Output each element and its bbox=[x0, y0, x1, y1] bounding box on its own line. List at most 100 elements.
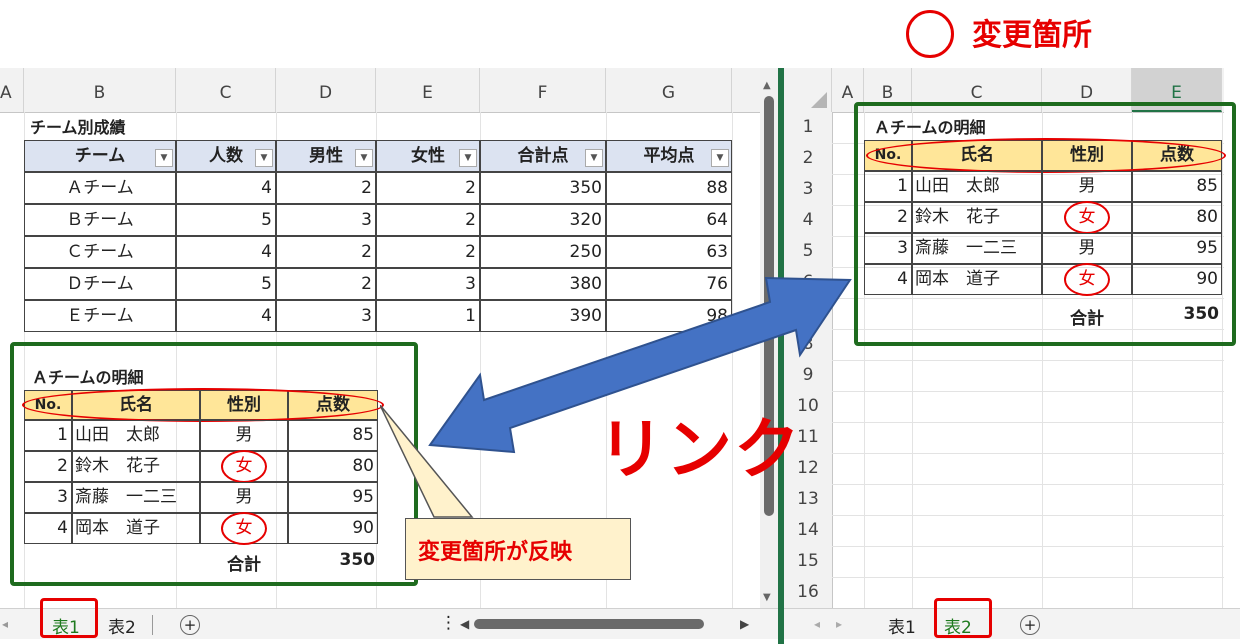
link-label: リンク bbox=[598, 411, 802, 488]
right-add-sheet-button[interactable]: + bbox=[1020, 615, 1040, 635]
filter-dropdown-total[interactable]: ▼ bbox=[585, 149, 603, 167]
row-header-1[interactable]: 1 bbox=[784, 112, 832, 143]
right-tab-next-arrow[interactable]: ▸ bbox=[836, 617, 842, 631]
detail-no-cell: 4 bbox=[864, 264, 912, 295]
detail-score-cell: 90 bbox=[288, 513, 378, 544]
changed-gender-circle bbox=[221, 512, 267, 545]
right-detail-title: Ａチームの明細 bbox=[874, 118, 986, 137]
summary-team-cell: Ｂチーム bbox=[24, 204, 176, 236]
right-tab-previous-arrow[interactable]: ◂ bbox=[814, 617, 820, 631]
summary-team-cell: Ｅチーム bbox=[24, 300, 176, 332]
summary-team-cell: Ｄチーム bbox=[24, 268, 176, 300]
filter-dropdown-team[interactable]: ▼ bbox=[155, 149, 173, 167]
summary-value-cell: 4 bbox=[176, 300, 276, 332]
summary-value-cell: 3 bbox=[276, 300, 376, 332]
left-active-tab-highlight bbox=[40, 598, 98, 638]
right-tab-sheet1[interactable]: 表1 bbox=[888, 613, 916, 638]
detail-name-cell: 斎藤 一二三 bbox=[72, 482, 200, 513]
summary-value-cell: 88 bbox=[606, 172, 732, 204]
left-total-label: 合計 bbox=[227, 555, 261, 575]
column-header-e[interactable]: E bbox=[376, 68, 480, 112]
summary-value-cell: 4 bbox=[176, 172, 276, 204]
right-header-highlight-ellipse bbox=[866, 138, 1226, 173]
summary-title: チーム別成績 bbox=[30, 118, 126, 137]
left-scroll-up-arrow[interactable]: ▲ bbox=[763, 80, 771, 91]
detail-no-cell: 1 bbox=[864, 171, 912, 202]
detail-no-cell: 2 bbox=[864, 202, 912, 233]
right-total-value: 350 bbox=[1183, 304, 1220, 324]
summary-value-cell: 2 bbox=[276, 268, 376, 300]
row-header-14[interactable]: 14 bbox=[784, 515, 832, 546]
column-header-c[interactable]: C bbox=[176, 68, 276, 112]
detail-no-cell: 3 bbox=[24, 482, 72, 513]
row-header-4[interactable]: 4 bbox=[784, 205, 832, 236]
detail-gender-cell: 男 bbox=[1042, 171, 1132, 202]
summary-value-cell: 5 bbox=[176, 268, 276, 300]
row-header-15[interactable]: 15 bbox=[784, 546, 832, 577]
detail-score-cell: 80 bbox=[1132, 202, 1222, 233]
filter-dropdown-average[interactable]: ▼ bbox=[711, 149, 729, 167]
left-total-value: 350 bbox=[339, 550, 376, 570]
summary-header-team: チーム bbox=[24, 140, 176, 172]
filter-dropdown-count[interactable]: ▼ bbox=[255, 149, 273, 167]
left-tab-previous-arrow[interactable]: ◂ bbox=[2, 617, 8, 631]
detail-score-cell: 95 bbox=[1132, 233, 1222, 264]
row-header-2[interactable]: 2 bbox=[784, 143, 832, 174]
row-header-3[interactable]: 3 bbox=[784, 174, 832, 205]
summary-value-cell: 4 bbox=[176, 236, 276, 268]
left-sheet-tab-bar: ◂ 表1 表2 + ⋮ ◀ ▶ bbox=[0, 608, 778, 639]
right-active-tab-highlight bbox=[934, 598, 992, 638]
summary-value-cell: 2 bbox=[376, 204, 480, 236]
summary-value-cell: 350 bbox=[480, 172, 606, 204]
left-hscroll-right-arrow[interactable]: ▶ bbox=[740, 617, 749, 631]
callout-pointer bbox=[380, 405, 474, 518]
detail-name-cell: 山田 太郎 bbox=[72, 420, 200, 451]
summary-value-cell: 320 bbox=[480, 204, 606, 236]
summary-team-cell: Ｃチーム bbox=[24, 236, 176, 268]
right-sheet-tab-bar: ◂ ▸ 表1 表2 + bbox=[784, 608, 1240, 639]
detail-score-cell: 85 bbox=[288, 420, 378, 451]
left-hscroll-thumb[interactable] bbox=[474, 619, 704, 629]
column-header-a[interactable]: A bbox=[0, 68, 24, 112]
column-header-b[interactable]: B bbox=[24, 68, 176, 112]
detail-no-cell: 2 bbox=[24, 451, 72, 482]
detail-name-cell: 山田 太郎 bbox=[912, 171, 1042, 202]
changed-gender-circle bbox=[221, 450, 267, 483]
left-tab-sheet2[interactable]: 表2 bbox=[108, 613, 136, 638]
select-all-corner[interactable] bbox=[784, 68, 832, 112]
row-header-16[interactable]: 16 bbox=[784, 577, 832, 608]
detail-score-cell: 85 bbox=[1132, 171, 1222, 202]
detail-name-cell: 岡本 道子 bbox=[912, 264, 1042, 295]
summary-team-cell: Ａチーム bbox=[24, 172, 176, 204]
left-column-header: A B C D E F G bbox=[0, 68, 760, 113]
detail-score-cell: 95 bbox=[288, 482, 378, 513]
column-header-d[interactable]: D bbox=[276, 68, 376, 112]
legend-label: 変更箇所 bbox=[972, 18, 1092, 53]
summary-value-cell: 2 bbox=[276, 236, 376, 268]
left-add-sheet-button[interactable]: + bbox=[180, 615, 200, 635]
detail-name-cell: 鈴木 花子 bbox=[72, 451, 200, 482]
detail-name-cell: 岡本 道子 bbox=[72, 513, 200, 544]
detail-name-cell: 鈴木 花子 bbox=[912, 202, 1042, 233]
detail-gender-cell: 男 bbox=[200, 482, 288, 513]
detail-name-cell: 斎藤 一二三 bbox=[912, 233, 1042, 264]
summary-value-cell: 2 bbox=[376, 172, 480, 204]
summary-value-cell: 3 bbox=[276, 204, 376, 236]
column-header-g[interactable]: G bbox=[606, 68, 732, 112]
right-total-label: 合計 bbox=[1070, 309, 1104, 329]
detail-score-cell: 80 bbox=[288, 451, 378, 482]
filter-dropdown-female[interactable]: ▼ bbox=[459, 149, 477, 167]
tab-separator bbox=[152, 615, 153, 635]
filter-dropdown-male[interactable]: ▼ bbox=[355, 149, 373, 167]
summary-value-cell: 5 bbox=[176, 204, 276, 236]
detail-gender-cell: 男 bbox=[1042, 233, 1132, 264]
column-header-f[interactable]: F bbox=[480, 68, 606, 112]
changed-gender-circle bbox=[1064, 201, 1110, 234]
left-hscroll-left-arrow[interactable]: ◀ bbox=[460, 617, 469, 631]
summary-value-cell: 2 bbox=[276, 172, 376, 204]
changed-gender-circle bbox=[1064, 263, 1110, 296]
left-tab-options-icon[interactable]: ⋮ bbox=[440, 613, 457, 633]
detail-no-cell: 4 bbox=[24, 513, 72, 544]
left-header-highlight-ellipse bbox=[22, 388, 384, 422]
left-scroll-down-arrow[interactable]: ▼ bbox=[763, 592, 771, 603]
